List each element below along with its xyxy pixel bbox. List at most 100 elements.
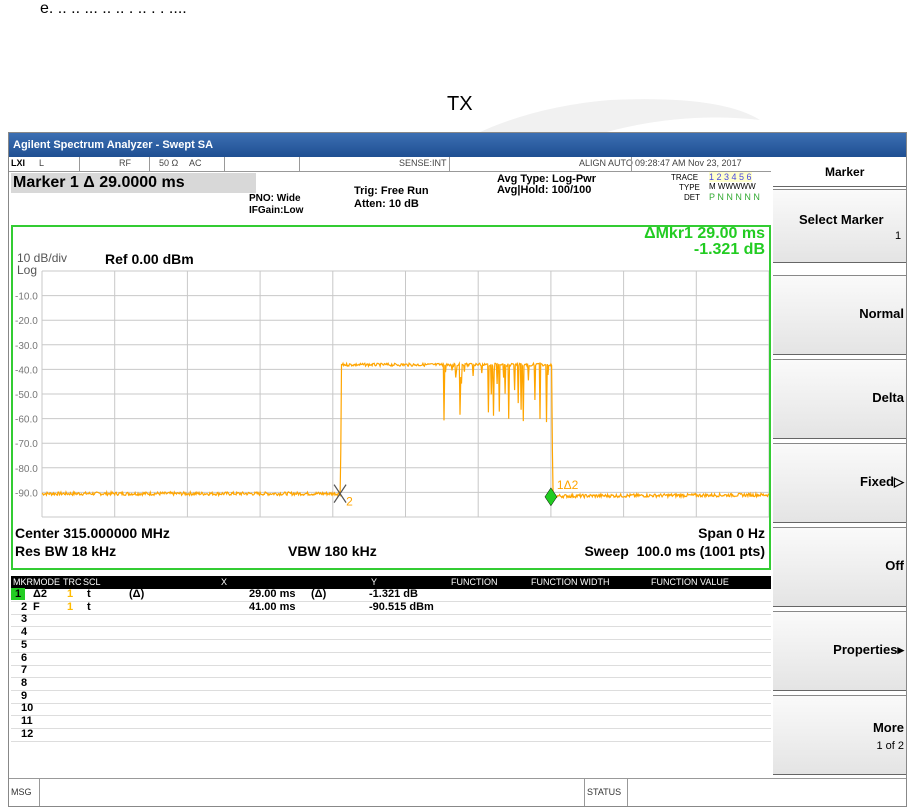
table-row: 4 — [11, 626, 771, 641]
document-top-fragment: e. .. .. ... .. .. . .. . . .... — [40, 0, 187, 14]
pno-setting: PNO: Wide — [249, 193, 301, 204]
y-tick-label: -80.0 — [15, 464, 38, 475]
status-datetime: 09:28:47 AM Nov 23, 2017 — [635, 158, 742, 168]
trace-graph[interactable]: -10.0 -20.0 -30.0 -40.0 -50.0 -60.0 -70.0 -80.0… — [13, 227, 769, 568]
table-row: 6 — [11, 651, 771, 666]
table-row: 2 F 1 t 41.00 ms -90.515 dBm — [11, 600, 771, 615]
res-bw: Res BW 18 kHz — [15, 543, 117, 559]
avg-hold: Avg|Hold: 100/100 — [497, 184, 592, 196]
cell-mkr: 7 — [21, 664, 28, 677]
cell-mkr: 9 — [21, 689, 28, 702]
span-value: Span 0 Hz — [698, 525, 765, 541]
det-label: DET — [684, 193, 700, 202]
table-row: 5 — [11, 638, 771, 653]
status-mode: L — [39, 158, 45, 168]
softkey-menu-title-label: Marker — [825, 165, 865, 179]
atten-setting: Atten: 10 dB — [354, 198, 419, 210]
marker-1-diamond[interactable] — [544, 487, 558, 507]
normal-button[interactable]: Normal — [773, 275, 906, 355]
measurement-header: Marker 1 Δ 29.0000 ms PNO: Wide IFGain:L… — [9, 171, 771, 223]
cell-x: 29.00 ms — [249, 588, 296, 600]
trace-values: 1 2 3 4 5 6 — [709, 172, 752, 182]
sweep-time: Sweep 100.0 ms (1001 pts) — [584, 543, 765, 559]
delta-button[interactable]: Delta — [773, 359, 906, 439]
more-label: More — [872, 720, 904, 735]
properties-button[interactable]: Properties▸ — [773, 611, 906, 691]
cell-mkr: 3 — [21, 613, 28, 626]
cell-scl: t — [87, 588, 91, 600]
table-row: 7 — [11, 664, 771, 679]
y-tick-label: -40.0 — [15, 365, 38, 376]
y-tick-label: -30.0 — [15, 341, 38, 352]
window-title: Agilent Spectrum Analyzer - Swept SA — [9, 133, 906, 157]
table-row: 11 — [11, 715, 771, 729]
cell-y-mode: (Δ) — [311, 588, 327, 600]
cell-trc: 1 — [67, 588, 74, 600]
cell-mkr: 2 — [21, 600, 28, 613]
col-scl: SCL — [83, 577, 101, 587]
table-row: 10 — [11, 702, 771, 717]
status-label: STATUS — [587, 787, 622, 797]
y-tick-label: -90.0 — [15, 488, 38, 499]
message-bar: MSG STATUS — [9, 778, 906, 806]
document-caption: TX — [447, 93, 473, 115]
softkey-menu-title: Marker — [773, 157, 906, 187]
type-values: M WWWWW — [709, 182, 756, 191]
cell-mkr: 10 — [21, 702, 34, 715]
cell-mkr: 6 — [21, 651, 28, 664]
cell-mkr: 5 — [21, 638, 28, 651]
col-function-width: FUNCTION WIDTH — [531, 577, 610, 587]
marker-readout: Marker 1 Δ 29.0000 ms — [11, 173, 256, 193]
cell-y: -1.321 dB — [369, 588, 418, 600]
graticule — [41, 270, 769, 518]
y-tick-label: -60.0 — [15, 415, 38, 426]
det-values: P N N N N N — [709, 192, 760, 202]
off-label: Off — [885, 558, 904, 573]
cell-y: -90.515 dBm — [369, 600, 434, 613]
more-button[interactable]: More 1 of 2 — [773, 695, 906, 775]
select-marker-button[interactable]: Select Marker 1 — [773, 189, 906, 263]
fixed-button[interactable]: Fixed▷ — [773, 443, 906, 523]
properties-label: Properties▸ — [833, 642, 904, 657]
col-mkr: MKR — [13, 577, 33, 587]
graph-display[interactable]: 10 dB/div Log Ref 0.00 dBm ΔMkr1 29.00 m… — [11, 225, 771, 570]
cell-mkr: 1 — [11, 588, 26, 600]
spectrum-analyzer-window: Agilent Spectrum Analyzer - Swept SA LXI… — [8, 132, 907, 807]
col-function: FUNCTION — [451, 577, 498, 587]
y-tick-label: -20.0 — [15, 316, 38, 327]
status-coupling: AC — [189, 158, 202, 168]
select-marker-label: Select Marker — [799, 212, 884, 227]
table-row: 3 — [11, 613, 771, 628]
col-function-value: FUNCTION VALUE — [651, 577, 729, 587]
fixed-label: Fixed▷ — [860, 474, 904, 489]
y-axis-ticks: -10.0 -20.0 -30.0 -40.0 -50.0 -60.0 -70.0 -80.0… — [15, 292, 38, 500]
cell-trc: 1 — [67, 600, 74, 613]
col-x: X — [221, 577, 228, 587]
col-y: Y — [371, 577, 378, 587]
off-button[interactable]: Off — [773, 527, 906, 607]
y-tick-label: -70.0 — [15, 439, 38, 450]
cell-mkr: 8 — [21, 676, 28, 689]
col-trc: TRC — [63, 577, 82, 587]
status-sense: SENSE:INT — [399, 158, 447, 168]
y-tick-label: -50.0 — [15, 390, 38, 401]
cell-mkr: 4 — [21, 626, 28, 639]
cell-scl: t — [87, 600, 91, 613]
cell-mode: F — [33, 600, 40, 613]
more-page: 1 of 2 — [876, 740, 904, 752]
cell-mkr: 12 — [21, 727, 34, 740]
cell-mode: Δ2 — [33, 588, 48, 600]
select-marker-value: 1 — [895, 230, 902, 242]
instrument-status-row: LXI L RF 50 Ω AC SENSE:INT ALIGN AUTO 09… — [9, 157, 771, 172]
vbw: VBW 180 kHz — [288, 543, 377, 559]
marker-1-label: 1Δ2 — [557, 478, 579, 492]
delta-label: Delta — [872, 390, 904, 405]
cell-x: 41.00 ms — [249, 600, 296, 613]
msg-label: MSG — [11, 787, 32, 797]
status-align: ALIGN AUTO — [579, 158, 633, 168]
marker-2-label: 2 — [346, 495, 353, 509]
ifgain-setting: IFGain:Low — [249, 205, 304, 216]
lxi-logo: LXI — [11, 158, 26, 168]
center-freq: Center 315.000000 MHz — [15, 525, 170, 541]
trig-setting: Trig: Free Run — [354, 185, 429, 197]
